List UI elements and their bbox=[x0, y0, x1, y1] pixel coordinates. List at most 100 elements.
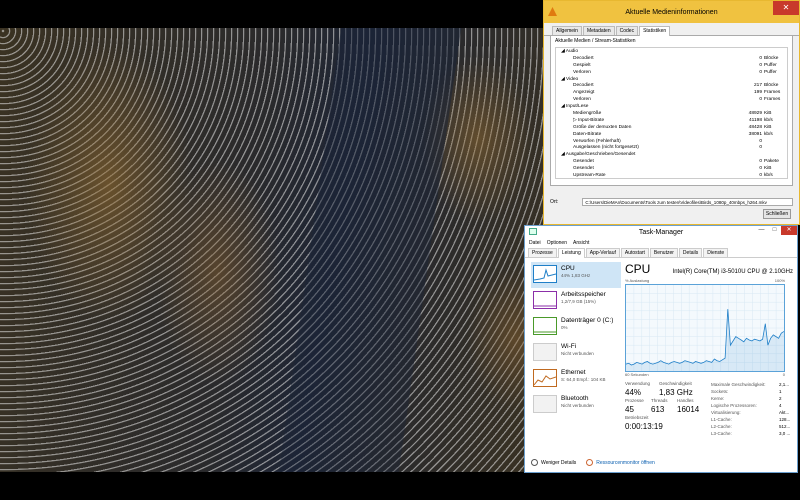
stats-value: 0 bbox=[759, 55, 762, 61]
spec-label: L3-Cache: bbox=[711, 431, 732, 436]
spec-value: 128... bbox=[779, 417, 791, 422]
stats-value bbox=[738, 104, 764, 111]
tab-autostart[interactable]: Autostart bbox=[620, 248, 649, 257]
spec-value: 512... bbox=[779, 424, 791, 429]
tab-app-verlauf[interactable]: App-Verlauf bbox=[585, 248, 620, 257]
spec-row: Virtualisierung: Akt... bbox=[711, 409, 793, 416]
spec-row: L2-Cache: 512... bbox=[711, 423, 793, 430]
handles-value: 16014 bbox=[677, 405, 700, 414]
stats-tree[interactable]: ◢ Audio Decodiert 0 Blöcke Gespielt 0 Puffer Ve… bbox=[555, 47, 788, 179]
spec-value: 3,0 ... bbox=[779, 431, 791, 436]
menu-optionen[interactable]: Optionen bbox=[547, 240, 567, 246]
resource-item[interactable]: Datenträger 0 (C:) 0% bbox=[531, 314, 621, 340]
fewer-details-link[interactable]: Weniger Details bbox=[541, 460, 576, 466]
resource-sub: S: 64,0 Empf.: 104 KB bbox=[561, 377, 606, 382]
tab-benutzer[interactable]: Benutzer bbox=[649, 248, 678, 257]
stats-unit: KiB bbox=[764, 111, 772, 117]
statistics-panel: Aktuelle Medien / Stream-Statistiken ◢ A… bbox=[550, 36, 793, 186]
stats-value: 0 bbox=[759, 62, 762, 68]
close-button[interactable]: Schließen bbox=[763, 209, 791, 219]
resource-name: Wi-Fi bbox=[561, 343, 577, 350]
spec-label: Maximale Geschwindigkeit: bbox=[711, 382, 766, 387]
file-path-field[interactable]: C:\Users\DieMAn\Documents\Tools zum test… bbox=[582, 198, 793, 206]
spec-value: 4 bbox=[779, 403, 782, 408]
task-manager-tabs: Prozesse Leistung App-Verlauf Autostart Benu… bbox=[525, 248, 797, 258]
menu-ansicht[interactable]: Ansicht bbox=[573, 240, 589, 246]
task-manager-footer: Weniger Details Ressourcenmonitor öffnen bbox=[531, 459, 655, 466]
spec-label: Logische Prozessoren: bbox=[711, 403, 757, 408]
media-info-titlebar[interactable]: Aktuelle Medieninformationen ✕ bbox=[544, 1, 799, 23]
resource-item[interactable]: CPU 44% 1,83 GHz bbox=[531, 262, 621, 288]
stats-value bbox=[738, 49, 764, 56]
spec-label: L2-Cache: bbox=[711, 424, 732, 429]
resource-item[interactable]: Wi-Fi Nicht verbunden bbox=[531, 340, 621, 366]
resource-monitor-link[interactable]: Ressourcenmonitor öffnen bbox=[596, 460, 655, 466]
resource-sub: Nicht verbunden bbox=[561, 351, 594, 356]
stats-unit: Frames bbox=[764, 97, 781, 103]
resource-sub: 0% bbox=[561, 325, 568, 330]
stats-unit: kb/s bbox=[764, 173, 773, 179]
stats-row: Daten-Bitrate 38091 kb/s bbox=[559, 132, 784, 139]
media-info-window: Aktuelle Medieninformationen ✕ Allgemein… bbox=[543, 0, 800, 225]
spec-label: L1-Cache: bbox=[711, 417, 732, 422]
menu-bar: Datei Optionen Ansicht bbox=[525, 238, 797, 248]
task-manager-window: Task-Manager — □ ✕ Datei Optionen Ansicht … bbox=[524, 225, 798, 473]
stats-value: 41198 bbox=[749, 117, 762, 123]
close-icon[interactable]: ✕ bbox=[773, 1, 799, 15]
spec-label: Virtualisierung: bbox=[711, 410, 741, 415]
cpu-specs: Maximale Geschwindigkeit: 2,1... Sockets: 1… bbox=[711, 381, 793, 437]
stats-label: Daten-Bitrate bbox=[573, 131, 602, 137]
resource-name: Arbeitsspeicher bbox=[561, 291, 606, 298]
close-icon[interactable]: ✕ bbox=[781, 226, 797, 235]
resource-item[interactable]: Arbeitsspeicher 1,2/7,9 GB (15%) bbox=[531, 288, 621, 314]
stats-value: 38091 bbox=[748, 131, 762, 137]
tab-allgemein[interactable]: Allgemein bbox=[552, 26, 582, 35]
resource-graph-thumb bbox=[533, 369, 557, 387]
tab-details[interactable]: Details bbox=[678, 248, 703, 257]
resource-name: Bluetooth bbox=[561, 395, 589, 402]
stats-row: Mediengröße 48929 KiB bbox=[559, 111, 784, 118]
resource-text: Wi-Fi Nicht verbunden bbox=[561, 343, 594, 363]
task-manager-titlebar[interactable]: Task-Manager — □ ✕ bbox=[525, 226, 797, 238]
resource-name: Datenträger 0 (C:) bbox=[561, 317, 614, 324]
stats-unit: kb/s bbox=[764, 117, 773, 123]
tab-leistung[interactable]: Leistung bbox=[557, 248, 585, 258]
resource-sub: 1,2/7,9 GB (15%) bbox=[561, 299, 596, 304]
minimize-icon[interactable]: — bbox=[755, 226, 768, 235]
resource-graph-thumb bbox=[533, 291, 557, 309]
resource-graph-thumb bbox=[533, 265, 557, 283]
resource-name: Ethernet bbox=[561, 369, 586, 376]
stats-label: ◢ Input/Lese bbox=[561, 104, 589, 110]
graph-max: 100% bbox=[774, 278, 785, 283]
spec-value: 2 bbox=[779, 396, 782, 401]
maximize-icon[interactable]: □ bbox=[768, 226, 781, 235]
resource-sub: 44% 1,83 GHz bbox=[561, 273, 591, 278]
resource-item[interactable]: Bluetooth Nicht verbunden bbox=[531, 392, 621, 418]
processes-value: 45 bbox=[625, 405, 634, 414]
stats-row: Gespielt 0 Puffer bbox=[559, 63, 784, 70]
stats-unit: Puffer bbox=[764, 62, 777, 68]
resource-item[interactable]: Ethernet S: 64,0 Empf.: 104 KB bbox=[531, 366, 621, 392]
file-location: Ort: C:\Users\DieMAn\Documents\Tools zum… bbox=[550, 198, 793, 206]
tab-statistiken[interactable]: Statistiken bbox=[639, 26, 671, 36]
resource-graph-thumb bbox=[533, 395, 557, 413]
stats-unit: KiB bbox=[764, 166, 772, 172]
spec-row: L1-Cache: 128... bbox=[711, 416, 793, 423]
menu-datei[interactable]: Datei bbox=[529, 240, 541, 246]
stats-label: Decodiert bbox=[573, 55, 594, 61]
stats-value: 48929 bbox=[748, 111, 762, 117]
tab-metadaten[interactable]: Metadaten bbox=[582, 26, 615, 35]
task-manager-title: Task-Manager bbox=[638, 228, 684, 236]
stats-row: Upstream-Rate 0 kb/s bbox=[559, 173, 784, 180]
resource-text: CPU 44% 1,83 GHz bbox=[561, 265, 590, 285]
stats-label: Gesendet bbox=[573, 166, 594, 172]
resource-graph-thumb bbox=[533, 343, 557, 361]
threads-value: 613 bbox=[651, 405, 665, 414]
tab-dienste[interactable]: Dienste bbox=[703, 248, 729, 257]
cpu-title: CPU bbox=[625, 262, 651, 276]
tab-codec[interactable]: Codec bbox=[615, 26, 639, 35]
media-info-title: Aktuelle Medieninformationen bbox=[625, 8, 718, 16]
tab-prozesse[interactable]: Prozesse bbox=[528, 248, 557, 257]
chevron-up-icon[interactable] bbox=[531, 459, 538, 466]
speed-value: 1,83 GHz bbox=[659, 388, 693, 397]
